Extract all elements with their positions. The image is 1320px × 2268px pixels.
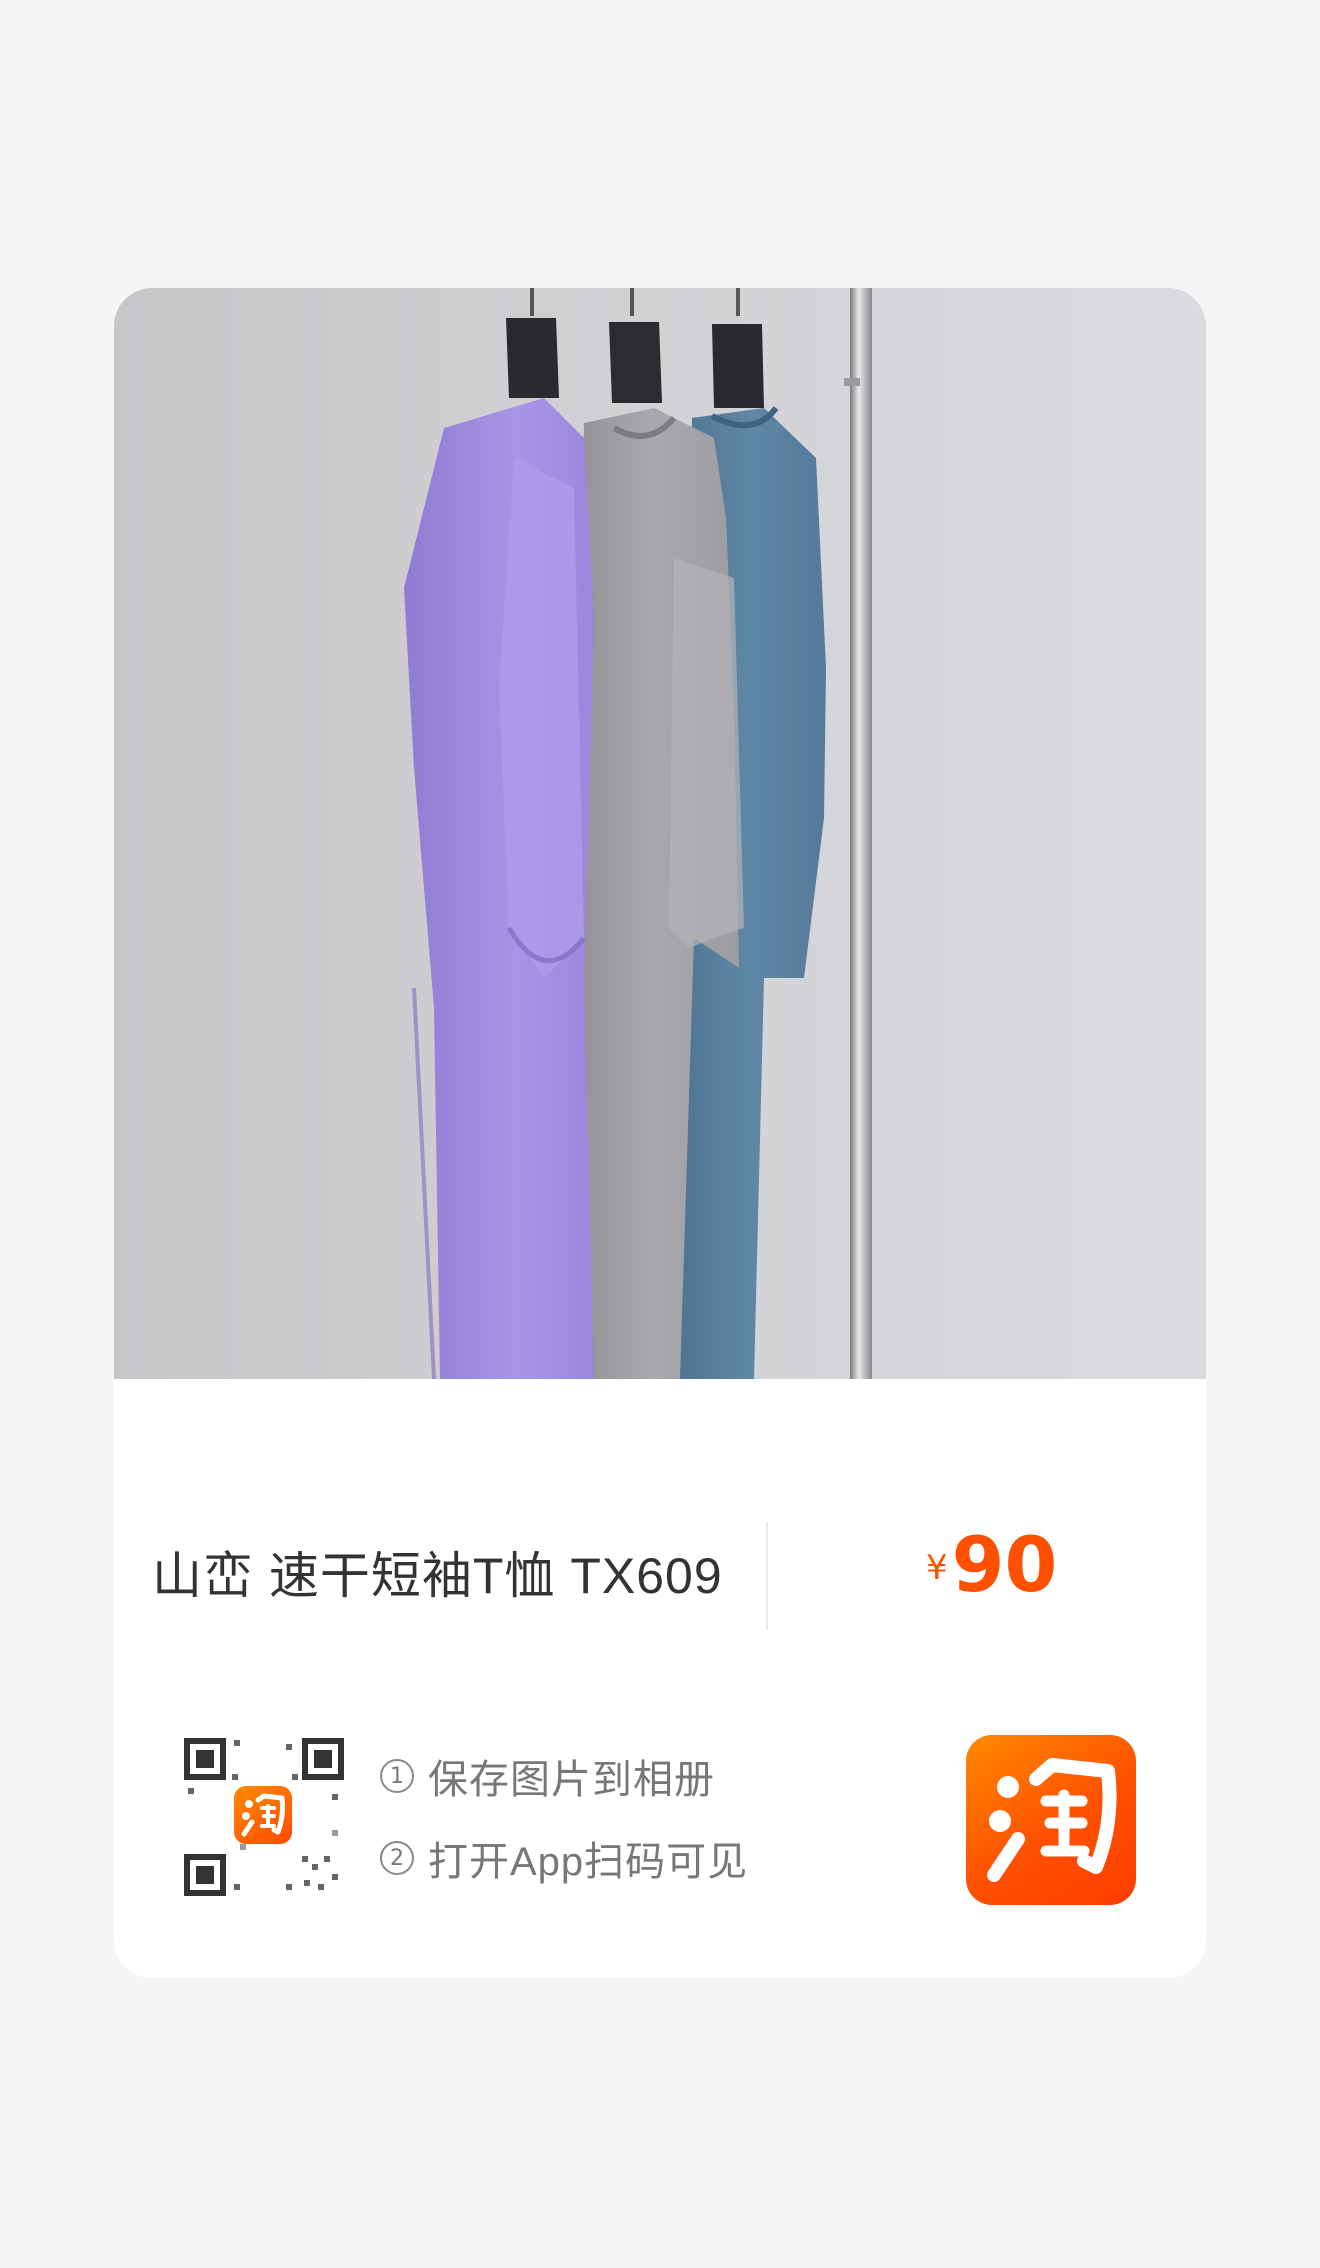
title-price-divider [766,1522,768,1630]
taobao-app-icon [966,1735,1136,1905]
instruction-step-2: 2 打开App扫码可见 [380,1832,748,1884]
price-currency-symbol: ¥ [926,1548,948,1588]
share-poster-page: 山峦 速干短袖T恤 TX609 ¥90 1 保存图片到相册 2 打开App扫码可… [0,0,1320,2268]
taobao-badge-icon [234,1786,292,1844]
product-share-card: 山峦 速干短袖T恤 TX609 ¥90 1 保存图片到相册 2 打开App扫码可… [114,288,1206,1978]
product-price: ¥90 [926,1520,1057,1609]
price-amount: 90 [951,1520,1058,1609]
product-title: 山峦 速干短袖T恤 TX609 [152,1548,723,1604]
qr-code-icon [182,1734,346,1898]
product-photo [114,288,1206,1379]
step-text-2: 打开App扫码可见 [428,1840,749,1884]
scan-instructions: 1 保存图片到相册 2 打开App扫码可见 [380,1750,748,1914]
step-text-1: 保存图片到相册 [428,1758,715,1802]
step-number-1: 1 [380,1759,414,1793]
step-number-2: 2 [380,1841,414,1875]
instruction-step-1: 1 保存图片到相册 [380,1750,748,1802]
